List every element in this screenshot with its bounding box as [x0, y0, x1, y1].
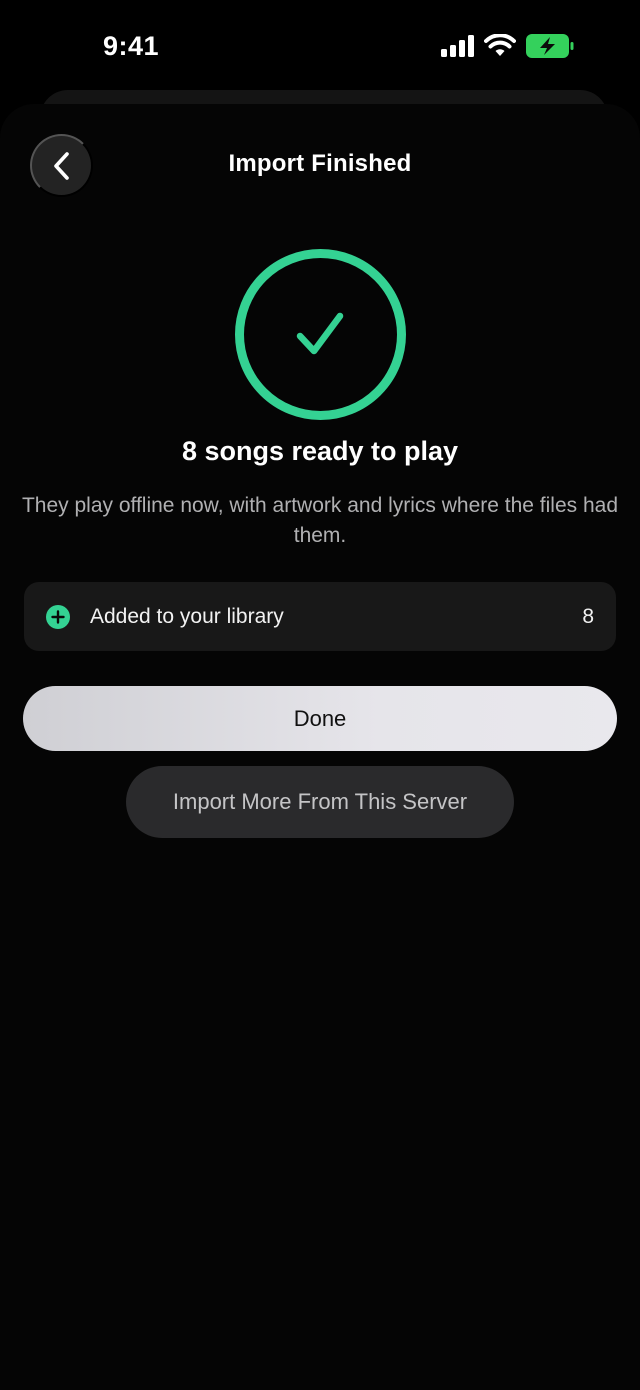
import-finished-screen: 9:41 Import Finished 8 songs ready to pl…: [0, 0, 640, 1390]
result-headline: 8 songs ready to play: [181, 436, 459, 466]
plus-circle-icon: [46, 604, 70, 629]
status-time: 9:41: [103, 31, 160, 61]
summary-count: 8: [582, 604, 594, 628]
import-more-button[interactable]: Import More From This Server: [126, 766, 514, 838]
library-summary-row: Added to your library 8: [24, 582, 616, 651]
battery-charging-icon: [526, 34, 574, 58]
status-bar: 9:41: [0, 0, 640, 90]
status-icons: [441, 34, 574, 58]
checkmark-circle-icon: [235, 249, 406, 420]
result-description: They play offline now, with artwork and …: [21, 494, 619, 547]
wifi-icon: [484, 34, 516, 56]
cellular-signal-icon: [441, 35, 474, 57]
page-title: Import Finished: [228, 150, 412, 177]
done-button[interactable]: Done: [23, 686, 617, 751]
summary-label: Added to your library: [90, 604, 284, 628]
